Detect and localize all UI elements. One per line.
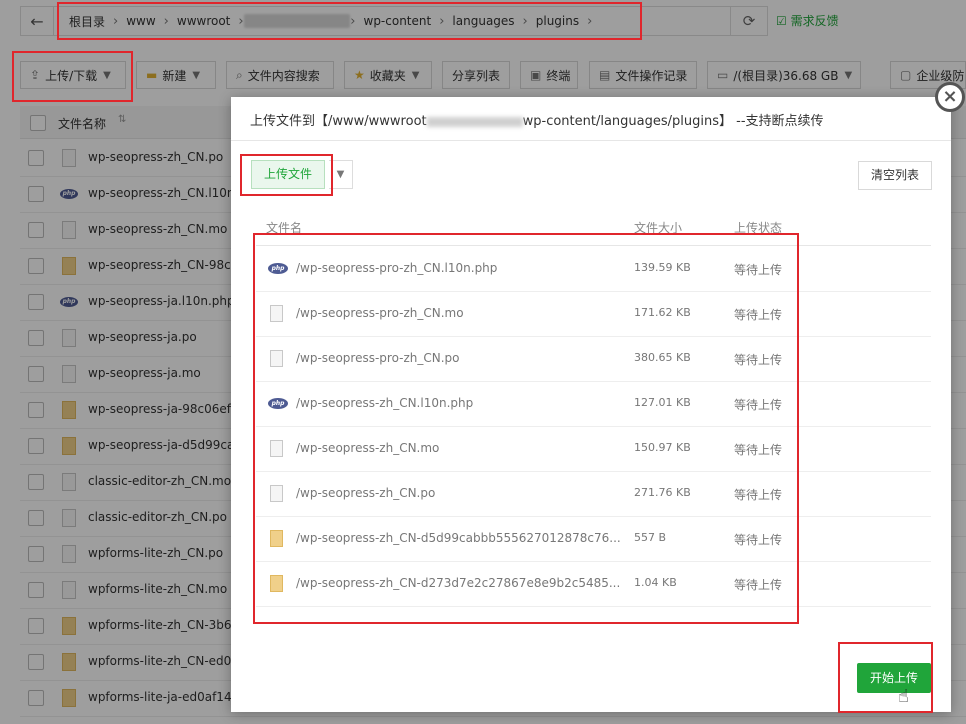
- upload-row: /wp-seopress-pro-zh_CN.po 380.65 KB 等待上传: [256, 336, 931, 382]
- column-file-size: 文件大小: [634, 221, 683, 235]
- chevron-down-icon[interactable]: ▼: [329, 160, 353, 189]
- upload-row: php/wp-seopress-zh_CN.l10n.php 127.01 KB 等…: [256, 381, 931, 427]
- close-icon[interactable]: ×: [935, 82, 965, 112]
- json-file-icon: [270, 530, 283, 547]
- pointer-cursor-icon: ☝: [898, 686, 909, 707]
- upload-file-name: /wp-seopress-zh_CN-d273d7e2c27867e8e9b2c…: [296, 576, 621, 590]
- upload-file-size: 380.65 KB: [634, 351, 691, 364]
- upload-dialog: 上传文件到【/www/wwwroot wp-content/languages/p…: [231, 97, 951, 712]
- upload-file-size: 1.04 KB: [634, 576, 677, 589]
- upload-status: 等待上传: [734, 488, 783, 502]
- upload-table-header: 文件名 文件大小 上传状态: [256, 215, 931, 246]
- upload-status: 等待上传: [734, 533, 783, 547]
- upload-file-size: 171.62 KB: [634, 306, 691, 319]
- upload-file-name: /wp-seopress-pro-zh_CN.po: [296, 351, 460, 365]
- upload-row: php/wp-seopress-pro-zh_CN.l10n.php 139.59…: [256, 246, 931, 292]
- file-icon: [270, 305, 283, 322]
- upload-status: 等待上传: [734, 443, 783, 457]
- start-upload-button[interactable]: 开始上传: [857, 663, 932, 693]
- file-icon: [270, 350, 283, 367]
- upload-file-size: 557 B: [634, 531, 667, 544]
- upload-row: /wp-seopress-zh_CN-d273d7e2c27867e8e9b2c…: [256, 561, 931, 607]
- upload-file-name: /wp-seopress-zh_CN.l10n.php: [296, 396, 474, 410]
- upload-row: /wp-seopress-zh_CN-d5d99cabbb55562701287…: [256, 516, 931, 562]
- upload-row: /wp-seopress-zh_CN.mo 150.97 KB 等待上传: [256, 426, 931, 472]
- upload-file-name: /wp-seopress-pro-zh_CN.l10n.php: [296, 261, 498, 275]
- clear-list-button[interactable]: 清空列表: [857, 161, 932, 190]
- file-icon: [270, 485, 283, 502]
- file-icon: [270, 440, 283, 457]
- upload-file-name: /wp-seopress-zh_CN.po: [296, 486, 436, 500]
- upload-row: /wp-seopress-zh_CN.po 271.76 KB 等待上传: [256, 471, 931, 517]
- dialog-title: 上传文件到【/www/wwwroot wp-content/languages/p…: [250, 114, 824, 129]
- upload-file-size: 139.59 KB: [634, 261, 691, 274]
- upload-status: 等待上传: [734, 353, 783, 367]
- upload-status: 等待上传: [734, 263, 783, 277]
- column-file-name: 文件名: [266, 221, 303, 235]
- upload-file-name: /wp-seopress-pro-zh_CN.mo: [296, 306, 464, 320]
- upload-status: 等待上传: [734, 308, 783, 322]
- php-icon: php: [268, 398, 288, 409]
- upload-file-size: 271.76 KB: [634, 486, 691, 499]
- upload-file-size: 150.97 KB: [634, 441, 691, 454]
- redacted-path: [426, 116, 523, 127]
- upload-file-size: 127.01 KB: [634, 396, 691, 409]
- divider: [231, 140, 951, 141]
- upload-row: /wp-seopress-pro-zh_CN.mo 171.62 KB 等待上传: [256, 291, 931, 337]
- upload-status: 等待上传: [734, 398, 783, 412]
- php-icon: php: [268, 263, 288, 274]
- json-file-icon: [270, 575, 283, 592]
- upload-files-button[interactable]: 上传文件: [251, 160, 326, 189]
- upload-file-name: /wp-seopress-zh_CN-d5d99cabbb55562701287…: [296, 531, 621, 545]
- upload-file-name: /wp-seopress-zh_CN.mo: [296, 441, 440, 455]
- upload-status: 等待上传: [734, 578, 783, 592]
- column-upload-status: 上传状态: [734, 221, 783, 235]
